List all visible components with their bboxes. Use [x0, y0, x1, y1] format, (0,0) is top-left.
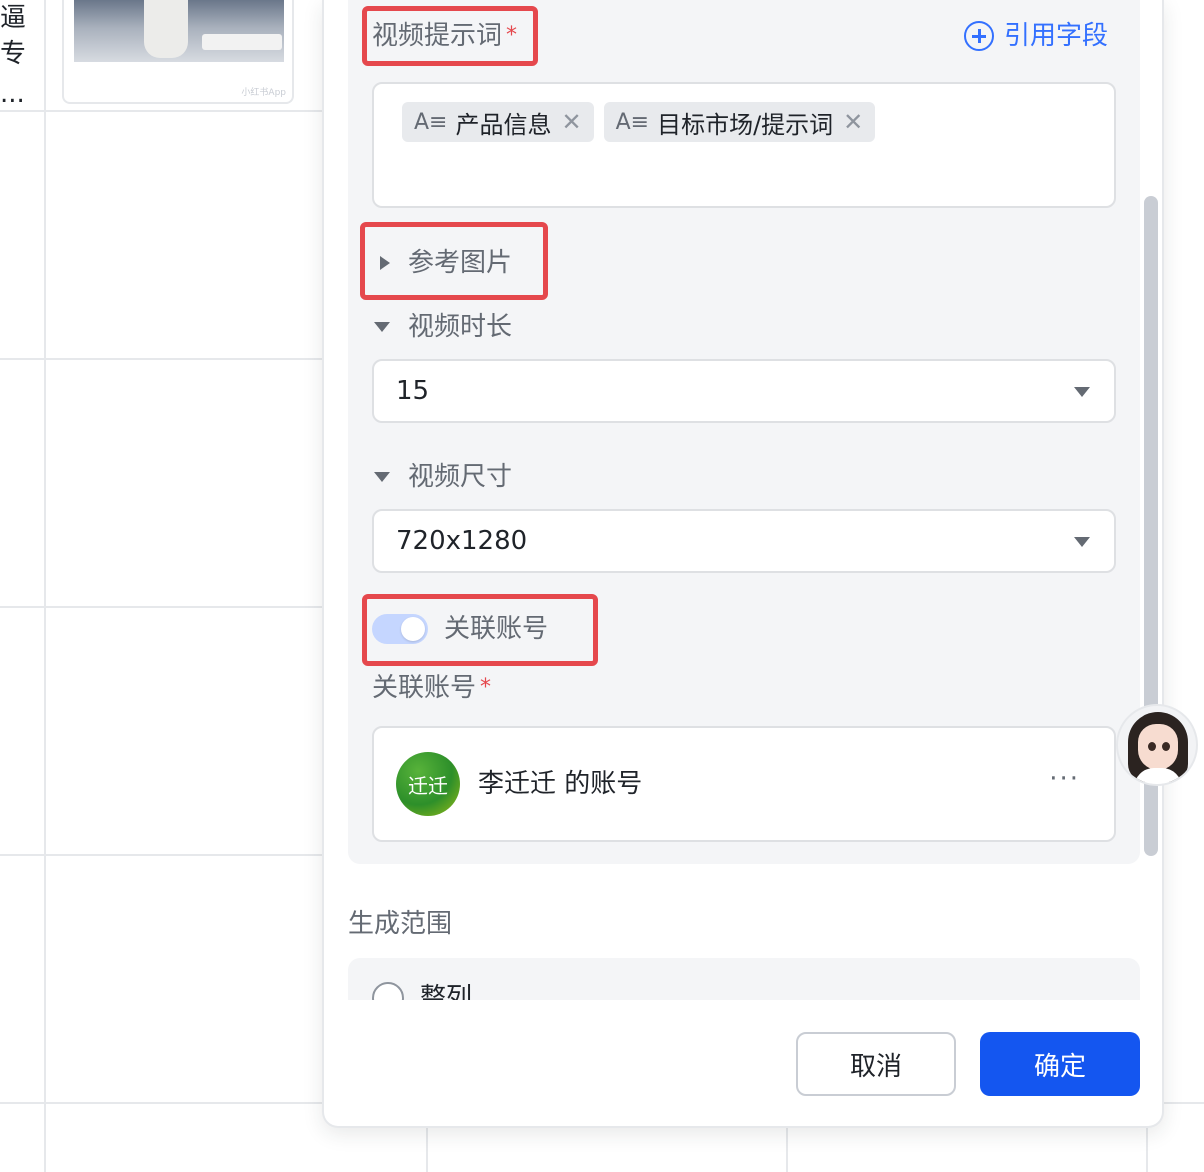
highlight-box [360, 222, 548, 300]
range-radio[interactable] [372, 982, 404, 1000]
config-section: 视频提示词 * 引用字段 A≡ 产品信息 ✕ A≡ 目标市场/提示词 ✕ 参考图… [348, 0, 1140, 864]
duration-value: 15 [396, 376, 430, 406]
text-field-icon: A≡ [414, 109, 448, 135]
assistant-eye [1162, 742, 1170, 751]
close-icon[interactable]: ✕ [561, 108, 581, 136]
more-icon[interactable]: ··· [1049, 764, 1080, 794]
grid-line [0, 358, 322, 360]
cup-shape [144, 0, 188, 58]
grid-line [0, 606, 322, 608]
text-field-icon: A≡ [615, 109, 650, 135]
link-account-label: 关联账号 * [372, 670, 491, 706]
account-card[interactable]: 迁迁 李迁迁 的账号 ··· [372, 726, 1116, 842]
dropdown-caret-icon [1074, 387, 1090, 397]
chevron-down-icon [374, 472, 390, 482]
cell-text: ... [0, 79, 25, 109]
account-name: 李迁迁 的账号 [478, 769, 643, 799]
size-value: 720x1280 [396, 526, 528, 556]
dropdown-caret-icon [1074, 537, 1090, 547]
assistant-eye [1148, 742, 1156, 751]
field-tag[interactable]: A≡ 目标市场/提示词 ✕ [603, 102, 876, 142]
duration-select[interactable]: 15 [372, 359, 1116, 423]
video-generation-panel: 视频提示词 * 引用字段 A≡ 产品信息 ✕ A≡ 目标市场/提示词 ✕ 参考图… [322, 0, 1164, 1128]
cell-thumbnail[interactable]: 小红书App [62, 0, 294, 104]
highlight-box [362, 6, 538, 66]
size-label: 视频尺寸 [408, 462, 513, 492]
range-options: 整列 [348, 958, 1140, 1000]
grid-line [44, 0, 46, 1172]
highlight-box [362, 594, 598, 666]
grid-line [0, 110, 322, 112]
plus-circle-icon [964, 21, 994, 51]
required-mark: * [480, 675, 492, 700]
range-label: 生成范围 [348, 909, 453, 939]
avatar: 迁迁 [396, 752, 460, 816]
tag-label: 目标市场/提示词 [657, 110, 834, 139]
keyboard-shape [202, 34, 282, 50]
assistant-face [1138, 724, 1178, 770]
tag-label: 产品信息 [455, 110, 552, 139]
assistant-avatar-button[interactable] [1116, 704, 1198, 786]
close-icon[interactable]: ✕ [843, 108, 863, 136]
grid-line [0, 854, 322, 856]
prompt-input[interactable]: A≡ 产品信息 ✕ A≡ 目标市场/提示词 ✕ [372, 82, 1116, 208]
size-select[interactable]: 720x1280 [372, 509, 1116, 573]
cite-field-button[interactable]: 引用字段 [964, 18, 1108, 54]
cell-text: 专 [0, 39, 27, 69]
tag-list: A≡ 产品信息 ✕ A≡ 目标市场/提示词 ✕ [402, 102, 876, 142]
range-option-label: 整列 [420, 983, 473, 1000]
link-account-label-text: 关联账号 [372, 673, 477, 703]
cite-field-label: 引用字段 [1004, 21, 1109, 51]
cancel-button[interactable]: 取消 [796, 1032, 956, 1096]
duration-label: 视频时长 [408, 312, 513, 342]
thumbnail-watermark: 小红书App [241, 88, 286, 98]
field-tag[interactable]: A≡ 产品信息 ✕ [402, 102, 594, 142]
chevron-down-icon [374, 322, 390, 332]
confirm-button[interactable]: 确定 [980, 1032, 1140, 1096]
cell-text: 逼 [0, 3, 27, 33]
thumbnail-image [74, 0, 284, 62]
